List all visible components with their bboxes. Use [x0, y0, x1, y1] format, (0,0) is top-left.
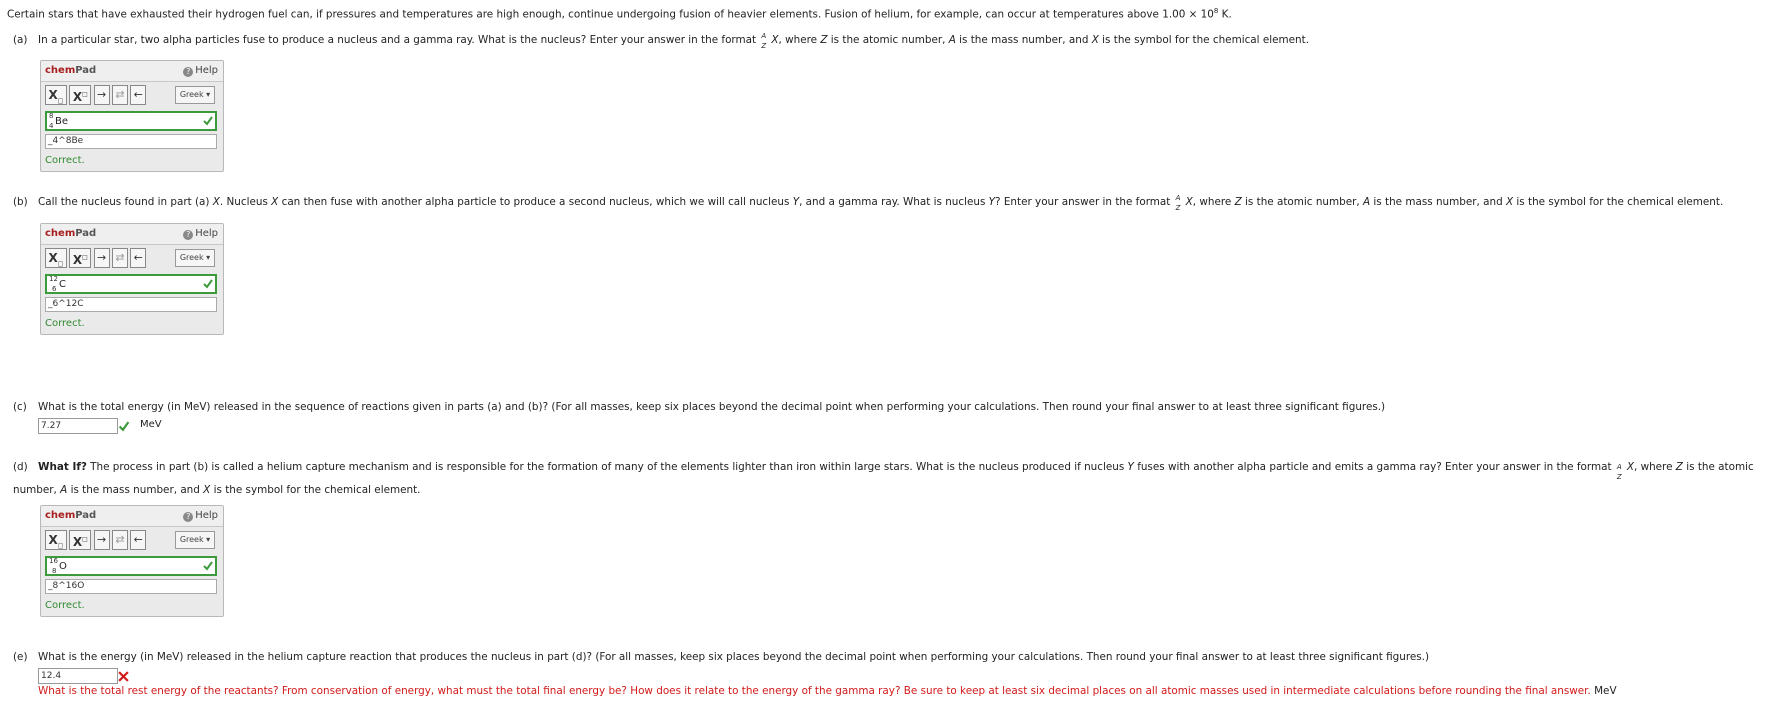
question-label: (d): [13, 461, 28, 473]
question-d: (d) What If? The process in part (b) is c…: [13, 456, 1773, 502]
subscript-button[interactable]: X□: [45, 248, 67, 268]
arrow-equilibrium-button[interactable]: ⇄: [111, 248, 128, 268]
subscript-button[interactable]: X□: [45, 530, 67, 550]
nucleus-notation: 16 8 O: [49, 557, 67, 575]
status-correct: Correct.: [45, 318, 85, 329]
help-button[interactable]: ? Help: [183, 228, 218, 240]
question-label: (c): [13, 401, 27, 413]
greek-dropdown[interactable]: Greek ▾: [175, 86, 215, 104]
answer-input[interactable]: 8 4 Be: [45, 111, 217, 131]
format-notation: AZ: [1616, 463, 1622, 481]
question-a: (a) In a particular star, two alpha parti…: [13, 32, 1309, 50]
incorrect-icon: [118, 671, 129, 682]
help-button[interactable]: ? Help: [183, 510, 218, 522]
arrow-equilibrium-button[interactable]: ⇄: [111, 85, 128, 105]
answer-input-e[interactable]: 12.4: [38, 668, 118, 684]
greek-dropdown[interactable]: Greek ▾: [175, 249, 215, 267]
question-label: (a): [13, 34, 28, 46]
chempad-toolbar: X□ X□ → ⇄ ←: [45, 85, 147, 105]
raw-input[interactable]: _4^8Be: [45, 134, 217, 149]
chempad-title: chemPad: [45, 65, 97, 76]
arrow-left-button[interactable]: ←: [130, 530, 147, 550]
chempad-header: chemPad ? Help: [41, 224, 223, 245]
status-correct: Correct.: [45, 600, 85, 611]
status-correct: Correct.: [45, 155, 85, 166]
unit-label: MeV: [140, 419, 162, 430]
arrow-right-button[interactable]: →: [93, 248, 110, 268]
check-icon: [203, 279, 213, 289]
question-b: (b) Call the nucleus found in part (a) X.…: [13, 194, 1724, 212]
format-notation: AZ: [761, 32, 767, 50]
arrow-left-button[interactable]: ←: [130, 248, 147, 268]
arrow-right-button[interactable]: →: [93, 85, 110, 105]
nucleus-notation: 12 6 C: [49, 275, 66, 293]
superscript-button[interactable]: X□: [69, 248, 92, 268]
help-icon: ?: [183, 67, 194, 77]
answer-input-c[interactable]: 7.27: [38, 418, 118, 434]
question-e: (e) What is the energy (in MeV) released …: [13, 651, 1430, 663]
check-icon: [118, 421, 130, 432]
chempad-title: chemPad: [45, 510, 97, 521]
format-notation: AZ: [1175, 194, 1181, 212]
chempad-d: chemPad ? Help X□ X□ → ⇄ ← Greek ▾ 16 8 O…: [40, 505, 224, 617]
nucleus-notation: 8 4 Be: [49, 112, 69, 130]
question-label: (b): [13, 196, 28, 208]
help-button[interactable]: ? Help: [183, 65, 218, 77]
question-label: (e): [13, 651, 28, 663]
check-icon: [203, 116, 213, 126]
raw-input[interactable]: _8^16O: [45, 579, 217, 594]
chempad-title: chemPad: [45, 228, 97, 239]
help-icon: ?: [183, 230, 194, 240]
answer-input[interactable]: 12 6 C: [45, 274, 217, 294]
arrow-equilibrium-button[interactable]: ⇄: [111, 530, 128, 550]
chempad-toolbar: X□ X□ → ⇄ ←: [45, 530, 147, 550]
subscript-button[interactable]: X□: [45, 85, 67, 105]
page: Certain stars that have exhausted their …: [0, 0, 1791, 712]
chempad-toolbar: X□ X□ → ⇄ ←: [45, 248, 147, 268]
chempad-header: chemPad ? Help: [41, 61, 223, 82]
arrow-left-button[interactable]: ←: [130, 85, 147, 105]
greek-dropdown[interactable]: Greek ▾: [175, 531, 215, 549]
arrow-right-button[interactable]: →: [93, 530, 110, 550]
chempad-a: chemPad ? Help X□ X□ → ⇄ ← Greek ▾ 8 4 Be…: [40, 60, 224, 172]
check-icon: [203, 561, 213, 571]
raw-input[interactable]: _6^12C: [45, 297, 217, 312]
superscript-button[interactable]: X□: [69, 85, 92, 105]
chempad-header: chemPad ? Help: [41, 506, 223, 527]
feedback-hint: What is the total rest energy of the rea…: [38, 685, 1617, 697]
intro-text: Certain stars that have exhausted their …: [7, 7, 1232, 21]
chempad-b: chemPad ? Help X□ X□ → ⇄ ← Greek ▾ 12 6 C…: [40, 223, 224, 335]
answer-input[interactable]: 16 8 O: [45, 556, 217, 576]
question-c: (c) What is the total energy (in MeV) rel…: [13, 401, 1386, 413]
help-icon: ?: [183, 512, 194, 522]
superscript-button[interactable]: X□: [69, 530, 92, 550]
